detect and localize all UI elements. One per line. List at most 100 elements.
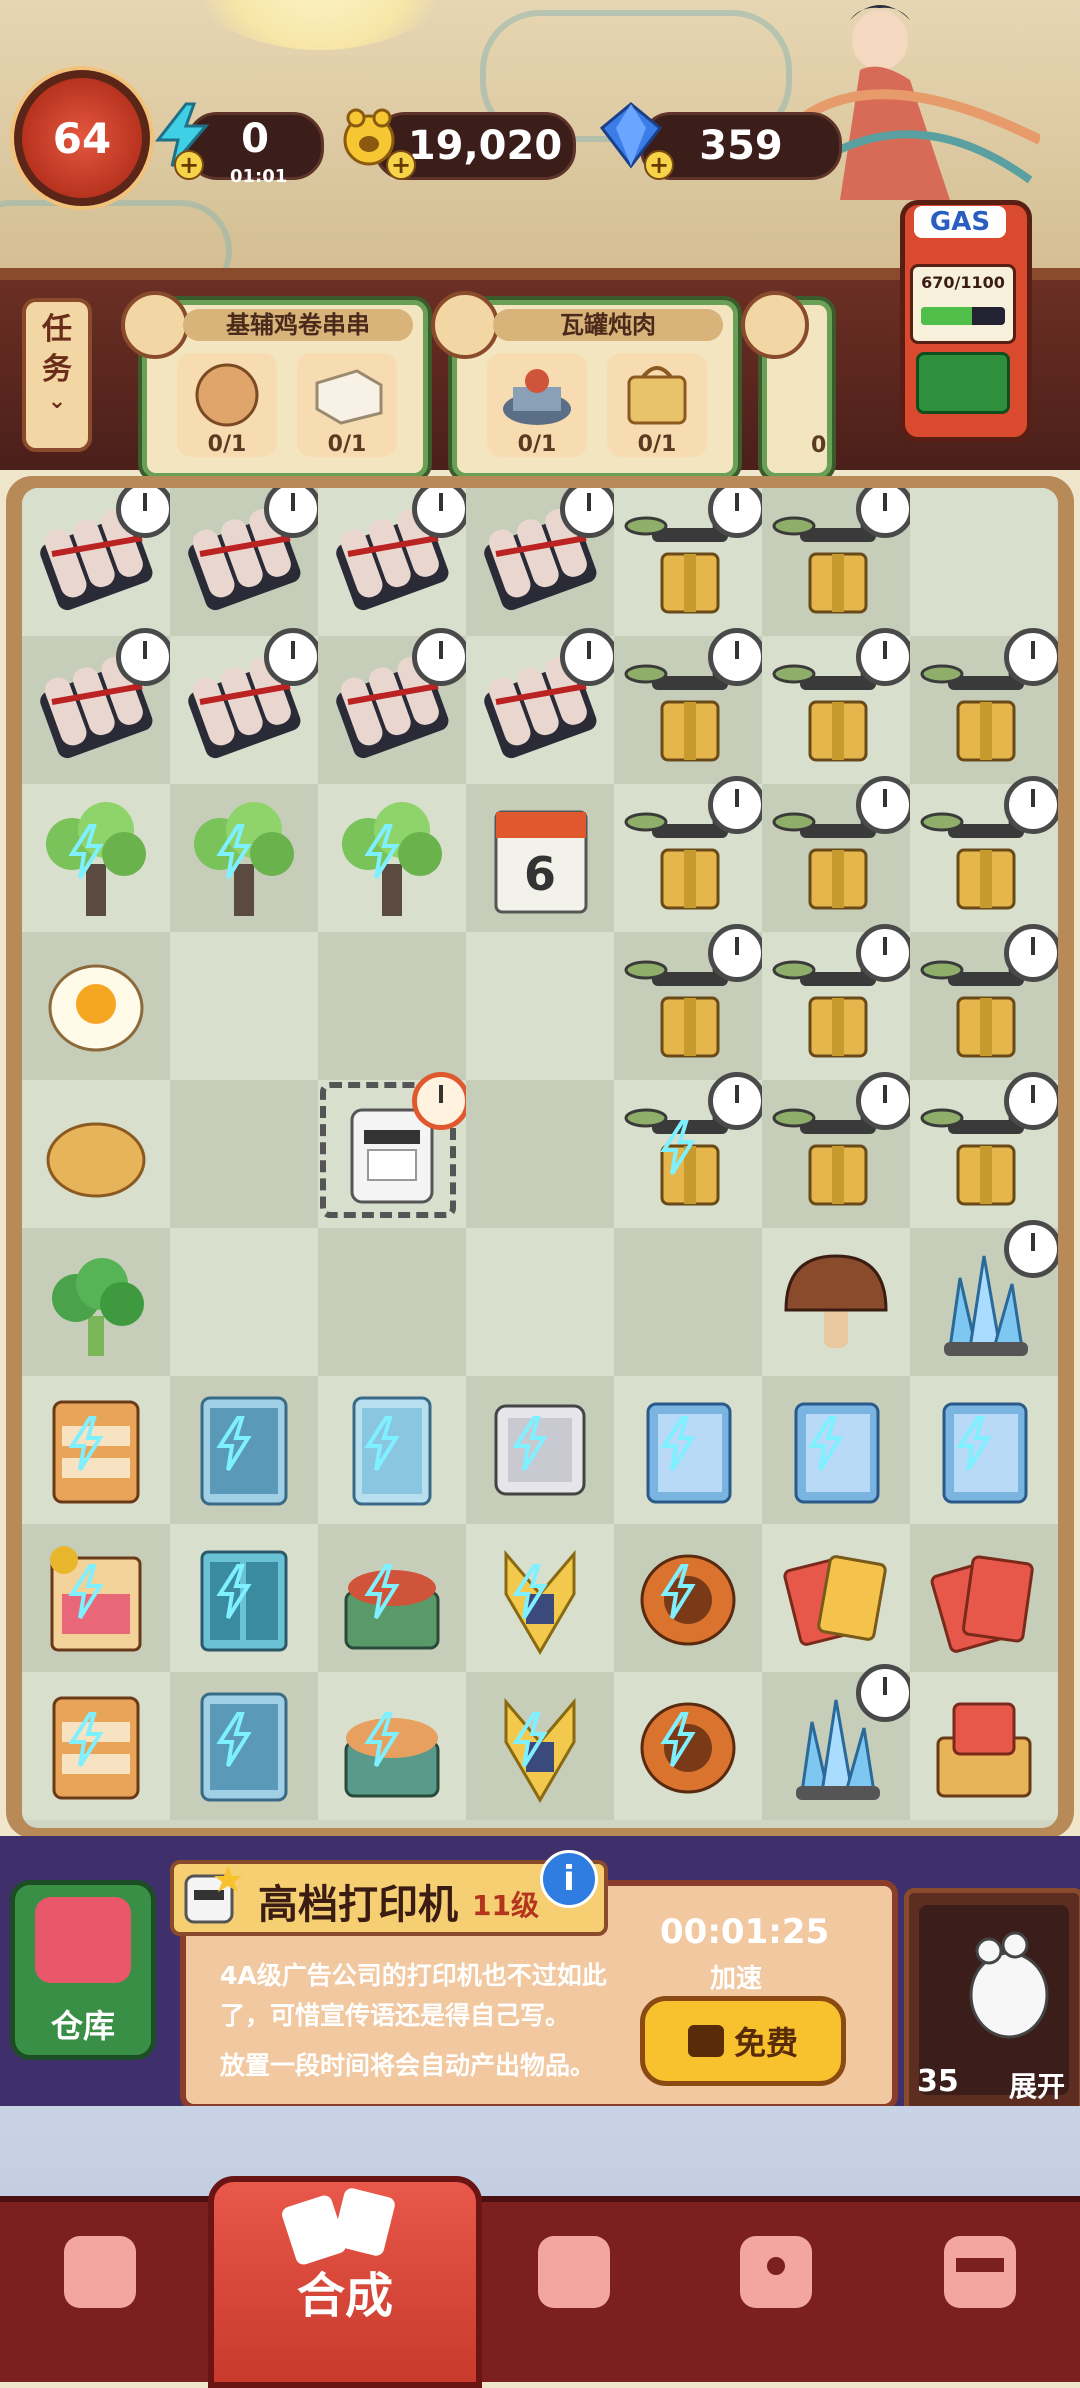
- order-card[interactable]: 瓦罐炖肉 0/1 0/1: [431, 291, 738, 478]
- board-cell[interactable]: [318, 1672, 466, 1820]
- board-cell[interactable]: [614, 1228, 762, 1376]
- board-cell[interactable]: [614, 776, 766, 932]
- board-cell[interactable]: [614, 1672, 762, 1820]
- board-cell[interactable]: [762, 924, 914, 1080]
- board-cell[interactable]: [614, 488, 766, 636]
- board-cell[interactable]: [170, 932, 318, 1080]
- board-cell[interactable]: [762, 1072, 914, 1228]
- board-cell[interactable]: [22, 488, 174, 636]
- board-cell[interactable]: [466, 1376, 614, 1524]
- order-slot-count: 0/1: [327, 432, 367, 457]
- board-cell[interactable]: [910, 776, 1058, 932]
- level-badge[interactable]: 64: [14, 70, 150, 206]
- board-cell[interactable]: [170, 1376, 318, 1524]
- egg-item-icon[interactable]: [32, 942, 160, 1070]
- calendar-item-icon[interactable]: 6: [476, 794, 604, 922]
- board-cell[interactable]: [910, 488, 1058, 636]
- board-cell[interactable]: [22, 932, 170, 1080]
- tasks-tab[interactable]: 任 务 ⌄: [22, 298, 92, 452]
- board-cell[interactable]: [22, 1228, 170, 1376]
- merge-board[interactable]: 6: [22, 488, 1058, 1828]
- board-cell[interactable]: [22, 1080, 170, 1228]
- board-cell[interactable]: [910, 1376, 1058, 1524]
- energy-plus-button[interactable]: +: [174, 150, 204, 180]
- mushroom-item-icon[interactable]: [772, 1238, 900, 1366]
- board-cell[interactable]: [466, 1524, 614, 1672]
- board-cell[interactable]: [170, 1228, 318, 1376]
- info-icon[interactable]: i: [540, 1850, 598, 1908]
- board-cell[interactable]: [170, 1080, 318, 1228]
- board-cell[interactable]: [466, 628, 618, 784]
- board-cell[interactable]: [910, 628, 1058, 784]
- board-cell[interactable]: [318, 784, 466, 932]
- board-cell[interactable]: 6: [466, 784, 614, 932]
- nav-item-shop[interactable]: [0, 2206, 200, 2366]
- free-speedup-button[interactable]: 免费: [640, 1996, 846, 2086]
- board-cell[interactable]: [466, 1672, 614, 1820]
- board-cell[interactable]: [762, 1664, 914, 1820]
- dish-icon: [741, 291, 809, 359]
- item-description: 4A级广告公司的打印机也不过如此了，可惜宣传语还是得自己写。: [220, 1961, 607, 2030]
- board-cell[interactable]: [466, 1080, 614, 1228]
- board-cell[interactable]: [466, 488, 618, 636]
- board-cell[interactable]: [318, 1524, 466, 1672]
- board-cell[interactable]: [614, 1376, 762, 1524]
- board-cell[interactable]: [910, 1072, 1058, 1228]
- board-cell[interactable]: [910, 1672, 1058, 1820]
- clay-pot-icon: [503, 369, 571, 425]
- order-card[interactable]: 基辅鸡卷串串 0/1 0/1: [121, 291, 428, 478]
- board-cell[interactable]: [614, 924, 766, 1080]
- cards-red-item-icon[interactable]: [920, 1534, 1048, 1662]
- board-cell[interactable]: [22, 1376, 170, 1524]
- board-cell[interactable]: [466, 1228, 614, 1376]
- board-cell[interactable]: [466, 932, 614, 1080]
- board-cell[interactable]: [22, 1524, 170, 1672]
- gas-progress-fill: [921, 307, 973, 325]
- board-cell[interactable]: [614, 1524, 762, 1672]
- bun-item-icon[interactable]: [32, 1090, 160, 1218]
- board-cell[interactable]: [22, 628, 174, 784]
- board-cell[interactable]: [22, 784, 170, 932]
- board-cell[interactable]: [318, 1376, 466, 1524]
- gas-pump[interactable]: GAS 670/1100: [886, 200, 1036, 442]
- clock-icon: [856, 1664, 914, 1722]
- board-cell[interactable]: [318, 1228, 466, 1376]
- board-cell[interactable]: [318, 628, 470, 784]
- board-cell[interactable]: [170, 488, 322, 636]
- board-cell[interactable]: [318, 932, 466, 1080]
- board-cell[interactable]: [318, 488, 470, 636]
- gems-plus-button[interactable]: +: [644, 150, 674, 180]
- board-cell[interactable]: [762, 628, 914, 784]
- board-cell[interactable]: [762, 1228, 910, 1376]
- board-cell[interactable]: [22, 1672, 170, 1820]
- board-cell[interactable]: [614, 628, 766, 784]
- nav-item-bus[interactable]: [880, 2206, 1080, 2366]
- board-cell[interactable]: [910, 1220, 1058, 1376]
- clock-icon: [116, 488, 174, 538]
- board-cell[interactable]: [170, 628, 322, 784]
- lightning-overlay-icon: [216, 1564, 252, 1620]
- nav-item-service[interactable]: [474, 2206, 674, 2366]
- nav-item-map[interactable]: [676, 2206, 876, 2366]
- board-cell[interactable]: [910, 924, 1058, 1080]
- sun: [170, 0, 470, 50]
- board-cell[interactable]: [762, 776, 914, 932]
- board-cell[interactable]: [614, 1072, 766, 1228]
- board-cell[interactable]: [762, 1376, 910, 1524]
- cards-box-item-icon[interactable]: [920, 1682, 1048, 1810]
- board-cell[interactable]: [318, 1072, 470, 1228]
- cards-item-icon[interactable]: [772, 1534, 900, 1662]
- board-cell[interactable]: [910, 1524, 1058, 1672]
- board-cell[interactable]: [170, 1672, 318, 1820]
- order-card[interactable]: 0: [741, 291, 832, 478]
- coins-plus-button[interactable]: +: [386, 150, 416, 180]
- board-cell[interactable]: [170, 1524, 318, 1672]
- board-cell[interactable]: [762, 1524, 910, 1672]
- gas-refill-button[interactable]: [916, 352, 1010, 414]
- storage-button[interactable]: 仓库: [10, 1880, 156, 2060]
- board-cell[interactable]: [762, 488, 914, 636]
- board-cell[interactable]: [170, 784, 318, 932]
- broccoli-item-icon[interactable]: [32, 1238, 160, 1366]
- expand-label: 展开: [1008, 2070, 1065, 2103]
- expand-button[interactable]: 35 展开: [904, 1888, 1080, 2116]
